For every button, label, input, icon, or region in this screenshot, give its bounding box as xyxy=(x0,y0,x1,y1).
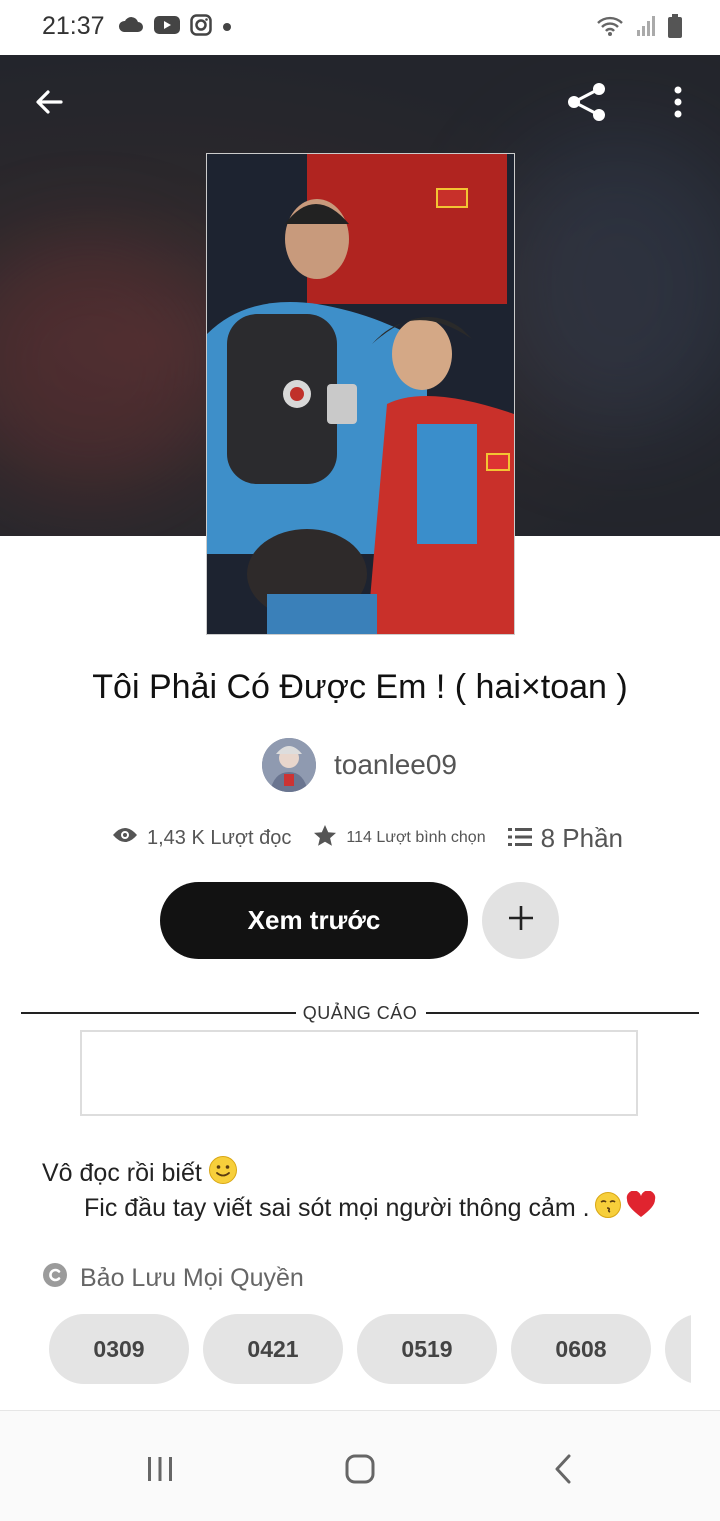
arrow-left-icon xyxy=(33,86,65,123)
system-navigation-bar xyxy=(0,1410,720,1521)
avatar xyxy=(262,738,316,792)
copyright-icon xyxy=(42,1262,68,1295)
copyright-notice: Bảo Lưu Mọi Quyền xyxy=(42,1262,304,1295)
recents-icon xyxy=(146,1455,174,1488)
tag-chip[interactable]: 0519 xyxy=(357,1314,497,1384)
tag-chip[interactable] xyxy=(665,1314,691,1384)
tag-chip[interactable]: 0309 xyxy=(49,1314,189,1384)
system-back-button[interactable] xyxy=(533,1445,593,1497)
reads-stat: 1,43 K Lượt đọc xyxy=(112,826,291,850)
dot-icon xyxy=(222,19,232,37)
cover-photo-illustration xyxy=(207,154,514,634)
list-icon xyxy=(507,823,532,854)
kissing-emoji-icon xyxy=(594,1191,622,1226)
eye-icon xyxy=(112,826,138,850)
instagram-icon xyxy=(190,14,212,41)
parts-stat: 8 Phần xyxy=(507,822,624,854)
tag-chip[interactable]: 0608 xyxy=(511,1314,651,1384)
author-link[interactable]: toanlee09 xyxy=(262,738,457,792)
more-vertical-icon xyxy=(673,85,683,124)
description-text-1: Vô đọc rồi biết xyxy=(42,1159,202,1187)
parts-count: 8 Phần xyxy=(540,822,624,853)
author-name: toanlee09 xyxy=(334,749,458,780)
votes-count: 114 Lượt bình chọn xyxy=(346,829,486,846)
heart-icon xyxy=(626,1190,656,1226)
home-icon xyxy=(344,1453,376,1490)
wifi-icon xyxy=(596,15,624,42)
status-bar: 21:37 xyxy=(0,0,720,55)
votes-stat: 114 Lượt bình chọn xyxy=(313,824,486,853)
share-icon xyxy=(565,80,609,129)
tag-list: 0309 0421 0519 0608 xyxy=(49,1314,691,1384)
status-icons-right xyxy=(596,14,682,43)
story-cover-image[interactable] xyxy=(206,153,515,635)
story-title: Tôi Phải Có Được Em ! ( hai×toan ) xyxy=(92,668,628,706)
cloud-icon xyxy=(118,16,144,39)
youtube-icon xyxy=(154,15,180,40)
reads-count: 1,43 K Lượt đọc xyxy=(147,826,292,849)
more-options-button[interactable] xyxy=(650,76,706,132)
ad-slot[interactable] xyxy=(80,1030,638,1116)
home-button[interactable] xyxy=(330,1445,390,1497)
share-button[interactable] xyxy=(559,76,615,132)
chevron-left-icon xyxy=(552,1453,574,1490)
description-line-1: Vô đọc rồi biết xyxy=(42,1155,238,1192)
star-icon xyxy=(313,824,337,853)
description-line-2: Fic đầu tay viết sai sót mọi người thông… xyxy=(84,1190,656,1226)
description-text-2: Fic đầu tay viết sai sót mọi người thông… xyxy=(84,1194,590,1222)
status-icons-left xyxy=(118,14,232,41)
story-stats: 1,43 K Lượt đọc 114 Lượt bình chọn 8 Phầ… xyxy=(112,818,645,858)
recents-button[interactable] xyxy=(130,1445,190,1497)
back-button[interactable] xyxy=(21,76,77,132)
battery-icon xyxy=(668,14,682,43)
signal-icon xyxy=(636,15,656,42)
add-to-library-button[interactable] xyxy=(482,882,559,959)
copyright-label: Bảo Lưu Mọi Quyền xyxy=(80,1264,304,1292)
plus-icon xyxy=(507,904,535,937)
ad-divider-right xyxy=(426,1012,699,1014)
status-time: 21:37 xyxy=(42,12,105,40)
preview-button[interactable]: Xem trước xyxy=(160,882,468,959)
tag-chip[interactable]: 0421 xyxy=(203,1314,343,1384)
smile-emoji-icon xyxy=(208,1155,238,1192)
